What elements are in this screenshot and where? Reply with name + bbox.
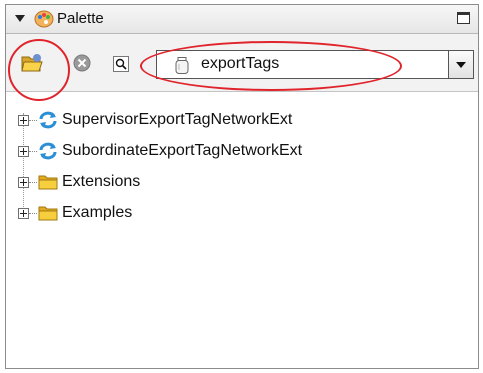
folder-icon — [38, 206, 58, 221]
expand-icon[interactable] — [18, 115, 29, 126]
folder-icon — [38, 175, 58, 190]
jar-icon — [175, 57, 189, 74]
tree-item-label: SubordinateExportTagNetworkExt — [62, 142, 303, 159]
tree-guide-line — [23, 113, 24, 219]
expand-icon[interactable] — [18, 146, 29, 157]
chevron-down-icon[interactable] — [448, 51, 473, 78]
palette-panel: Palette exportTags SupervisorExportTagNe… — [5, 4, 479, 369]
palette-icon — [34, 10, 54, 28]
expand-icon[interactable] — [18, 208, 29, 219]
collapse-arrow-icon[interactable] — [15, 15, 25, 22]
expand-icon[interactable] — [18, 177, 29, 188]
maximize-button[interactable] — [457, 12, 470, 24]
palette-title: Palette — [57, 10, 104, 27]
tree-item-label: SupervisorExportTagNetworkExt — [62, 111, 293, 128]
module-select-value: exportTags — [201, 55, 280, 72]
module-select[interactable]: exportTags — [156, 50, 474, 79]
open-folder-icon[interactable] — [20, 52, 44, 74]
close-circle-icon[interactable] — [73, 54, 91, 72]
tree-item-label: Extensions — [62, 173, 141, 190]
find-button[interactable] — [113, 56, 129, 72]
network-sync-icon — [39, 142, 57, 160]
network-sync-icon — [39, 111, 57, 129]
search-icon — [115, 58, 127, 70]
palette-toolbar: exportTags — [6, 34, 478, 92]
palette-titlebar: Palette — [6, 5, 478, 34]
tree-item-label: Examples — [62, 204, 133, 221]
